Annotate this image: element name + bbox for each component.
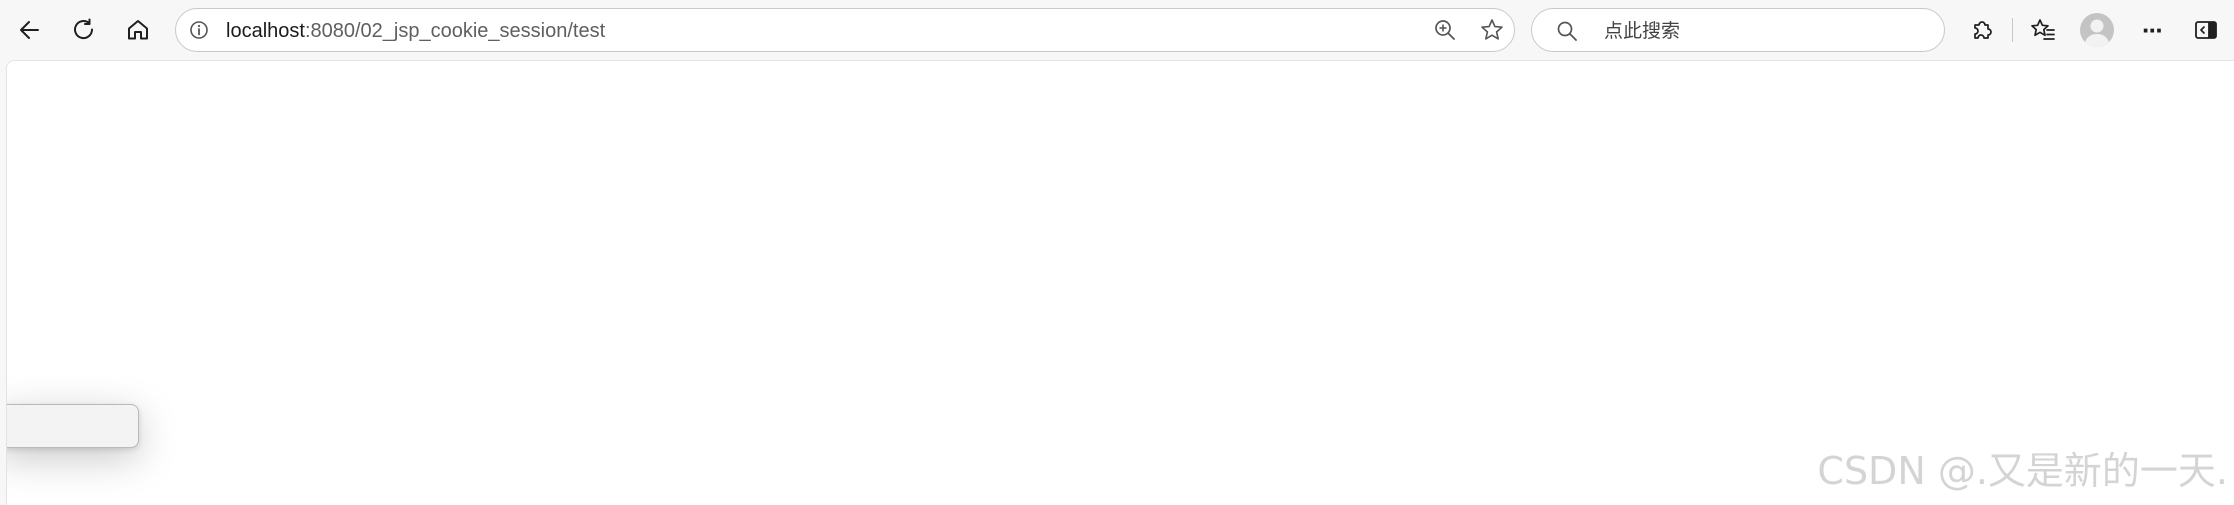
home-icon bbox=[128, 20, 148, 40]
back-button[interactable] bbox=[12, 12, 48, 48]
favorites-button[interactable] bbox=[2025, 12, 2061, 48]
search-icon bbox=[1554, 18, 1580, 44]
refresh-button[interactable] bbox=[66, 12, 102, 48]
floating-popup[interactable] bbox=[7, 404, 139, 448]
page-content: CSDN @.又是新的一天. bbox=[6, 60, 2234, 505]
watermark-text: CSDN @.又是新的一天. bbox=[1817, 449, 2228, 493]
puzzle-icon bbox=[1974, 21, 1992, 39]
person-icon bbox=[2084, 19, 2110, 47]
more-dots-icon: ··· bbox=[2142, 15, 2164, 45]
url-path: :8080/02_jsp_cookie_session/test bbox=[304, 20, 606, 42]
arrow-left-icon bbox=[20, 21, 39, 39]
toolbar-divider bbox=[2012, 18, 2013, 42]
sidebar-toggle-button[interactable] bbox=[2188, 12, 2224, 48]
favorites-list-icon bbox=[2031, 19, 2055, 40]
browser-toolbar: localhost:8080/02_jsp_cookie_session/tes… bbox=[0, 0, 2234, 60]
star-icon[interactable] bbox=[1478, 16, 1506, 44]
address-bar[interactable]: localhost:8080/02_jsp_cookie_session/tes… bbox=[175, 8, 1515, 52]
zoom-in-icon[interactable] bbox=[1431, 16, 1459, 44]
url-host: localhost bbox=[226, 20, 305, 42]
home-button[interactable] bbox=[120, 12, 156, 48]
search-input[interactable] bbox=[1602, 15, 1926, 47]
sidebar-toggle-icon bbox=[2195, 21, 2217, 39]
extensions-button[interactable] bbox=[1964, 12, 2000, 48]
info-icon[interactable] bbox=[186, 17, 212, 43]
more-button[interactable]: ··· bbox=[2134, 12, 2170, 48]
search-box[interactable] bbox=[1531, 8, 1945, 52]
refresh-icon bbox=[74, 18, 94, 39]
browser-window: localhost:8080/02_jsp_cookie_session/tes… bbox=[0, 0, 2234, 505]
profile-avatar[interactable] bbox=[2080, 13, 2114, 47]
url-text[interactable]: localhost:8080/02_jsp_cookie_session/tes… bbox=[226, 19, 605, 43]
